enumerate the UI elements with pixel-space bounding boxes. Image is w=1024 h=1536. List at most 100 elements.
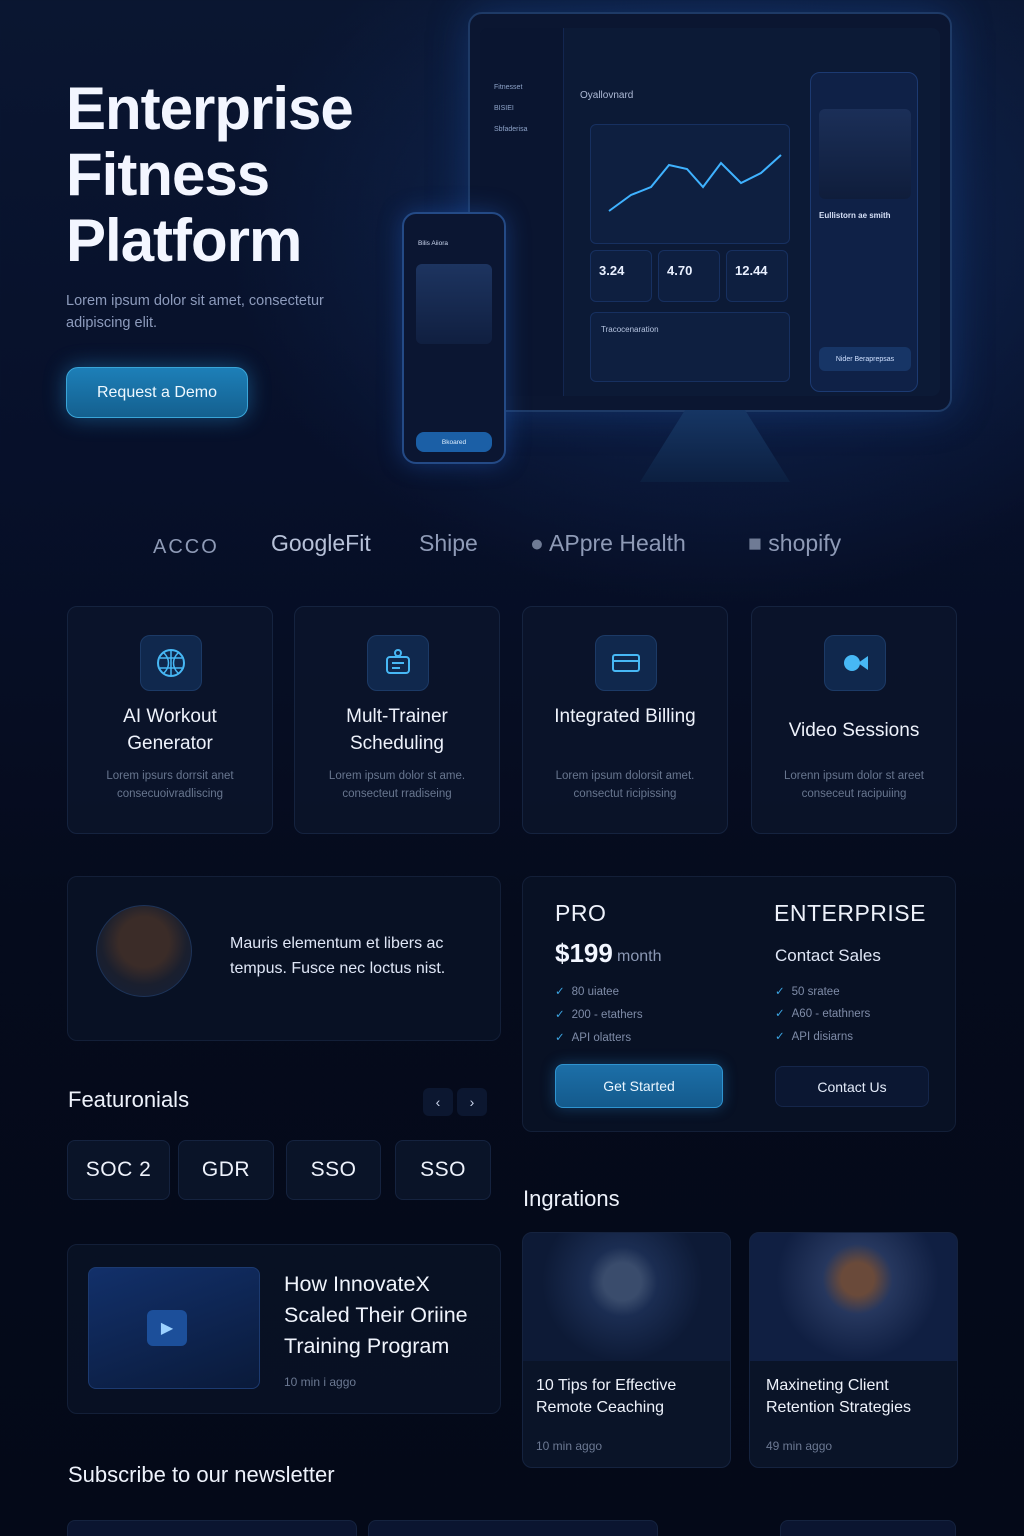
mockup-sessions-panel: Tracocenaration <box>590 312 790 382</box>
mockup-trainer-button: Nider Beraprepsas <box>819 347 911 371</box>
feature-card[interactable]: Integrated Billing Lorem ipsum dolorsit … <box>522 606 728 834</box>
mockup-stat-value: 4.70 <box>667 263 693 278</box>
play-icon[interactable]: ▶ <box>147 1310 187 1346</box>
check-icon: ✓ <box>555 986 565 998</box>
feature-desc: Lorem ipsum dolorsit amet. consectut ric… <box>555 770 695 800</box>
case-study-meta: 10 min i aggo <box>284 1375 357 1389</box>
plan-feature: ✓ 50 sratee <box>775 984 840 998</box>
testimonial-quote: Mauris elementum et libers ac tempus. Fu… <box>230 935 446 977</box>
mockup-stat-value: 12.44 <box>735 263 768 278</box>
phone-button: Bkoared <box>416 432 492 452</box>
article-title[interactable]: 10 Tips for Effective Remote Ceaching <box>536 1375 724 1419</box>
phone-trainer-photo <box>416 264 492 344</box>
card-icon <box>595 635 657 691</box>
mockup-sidebar-item: BISIEI <box>494 105 514 112</box>
trainer-caption: Eullistorn ae smith <box>819 211 891 220</box>
brain-icon <box>140 635 202 691</box>
mockup-trainer-panel: Eullistorn ae smith Nider Beraprepsas <box>810 72 918 392</box>
mockup-stat-card: 12.44 <box>726 250 788 302</box>
compliance-badge: GDR <box>178 1140 274 1200</box>
plan-feature-text: 200 - etathers <box>571 1009 643 1021</box>
plan-tagline: Contact Sales <box>775 946 881 965</box>
feature-title: AI Workout Generator <box>123 706 217 754</box>
feature-card[interactable]: Mult-Trainer Scheduling Lorem ipsum dolo… <box>294 606 500 834</box>
mockup-sessions-label: Tracocenaration <box>601 325 659 334</box>
plan-feature-text: 50 sratee <box>791 986 840 998</box>
mockup-line-chart <box>590 124 790 244</box>
partner-logo-shopify: ■ shopify <box>748 530 841 557</box>
plan-period: month <box>617 948 662 965</box>
feature-title: Mult-Trainer Scheduling <box>346 706 448 754</box>
hero-subtitle: Lorem ipsum dolor sit amet, consectetur … <box>66 293 324 331</box>
partner-logo-text: shopify <box>768 530 842 556</box>
plan-feature: ✓ API disiarns <box>775 1029 853 1043</box>
feature-title: Video Sessions <box>788 720 920 741</box>
mockup-sidebar-item: Fitnesset <box>494 84 523 91</box>
plan-feature: ✓ 80 uiatee <box>555 984 619 998</box>
section-title-ingrations: Ingrations <box>523 1186 620 1211</box>
newsletter-email-input[interactable] <box>368 1520 658 1536</box>
partner-logo-shipe: Shipe <box>419 530 478 556</box>
partner-logo-apple-health: ● APpre Health <box>530 530 686 557</box>
feature-card[interactable]: Video Sessions Lorenn ipsum dolor st are… <box>751 606 957 834</box>
feature-title: Integrated Billing <box>554 706 696 727</box>
compliance-badge: SSO <box>286 1140 381 1200</box>
hero-title-line: Enterprise <box>66 75 354 142</box>
avatar <box>96 905 192 997</box>
plan-feature-text: API olatters <box>571 1032 632 1044</box>
partner-logo-googlefit: GoogleFit <box>271 530 371 556</box>
monitor-stand <box>640 410 790 482</box>
video-icon <box>824 635 886 691</box>
plan-feature: ✓ 200 - etathers <box>555 1007 643 1021</box>
partner-logo-acco: ACCO <box>153 536 219 558</box>
mockup-stat-value: 3.24 <box>599 263 625 278</box>
mockup-chart-line <box>608 154 782 212</box>
hero-title-line: Platform <box>66 207 302 274</box>
hero-title-line: Fitness <box>66 141 270 208</box>
feature-card[interactable]: AI Workout Generator Lorem ipsurs dorrsi… <box>67 606 273 834</box>
check-icon: ✓ <box>775 1031 785 1043</box>
hero-title: Enterprise Fitness Platform <box>66 76 426 274</box>
article-title[interactable]: Maxineting Client Retention Strategies <box>766 1375 954 1419</box>
case-study-card[interactable]: ▶ How InnovateX Scaled Their Oriine Trai… <box>67 1244 501 1414</box>
trainer-photo <box>819 109 911 199</box>
plan-price: $199 <box>555 938 613 968</box>
compliance-badge: SSO <box>395 1140 491 1200</box>
get-started-button[interactable]: Get Started <box>555 1064 723 1108</box>
dashboard-monitor-mockup: Fitnesset BISIEI Sbfaderisa Oyallovnard … <box>468 12 952 412</box>
contact-us-button[interactable]: Contact Us <box>775 1066 929 1107</box>
monitor-screen: Fitnesset BISIEI Sbfaderisa Oyallovnard … <box>480 28 940 396</box>
mockup-stat-card: 4.70 <box>658 250 720 302</box>
compliance-badge: SOC 2 <box>67 1140 170 1200</box>
mockup-stat-card: 3.24 <box>590 250 652 302</box>
check-icon: ✓ <box>775 986 785 998</box>
newsletter-name-input[interactable] <box>67 1520 357 1536</box>
article-image <box>750 1233 957 1361</box>
article-card[interactable]: Maxineting Client Retention Strategies 4… <box>749 1232 958 1468</box>
case-study-title[interactable]: How InnovateX Scaled Their Oriine Traini… <box>284 1269 494 1362</box>
article-image <box>523 1233 730 1361</box>
article-meta: 10 min aggo <box>536 1439 603 1453</box>
chevron-left-icon[interactable]: ‹ <box>423 1088 453 1116</box>
request-demo-button[interactable]: Request a Demo <box>66 367 248 418</box>
mockup-dashboard-title: Oyallovnard <box>580 90 634 101</box>
section-title-featuronials: Featuronials <box>68 1087 190 1112</box>
shopify-bag-icon: ■ <box>748 530 762 556</box>
check-icon: ✓ <box>555 1009 565 1021</box>
subscribe-button[interactable] <box>780 1520 956 1536</box>
plan-name-pro: PRO <box>555 900 607 926</box>
plan-feature: ✓ A60 - etathners <box>775 1006 870 1020</box>
plan-name-enterprise: ENTERPRISE <box>774 900 926 926</box>
plan-feature-text: A60 - etathners <box>791 1008 871 1020</box>
feature-desc: Lorem ipsurs dorrsit anet consecuoivradl… <box>106 770 234 800</box>
feature-desc: Lorenn ipsum dolor st areet conseceut ra… <box>784 770 924 800</box>
check-icon: ✓ <box>775 1008 785 1020</box>
article-meta: 49 min aggo <box>766 1439 833 1453</box>
partner-logo-text: APpre Health <box>549 530 686 556</box>
article-card[interactable]: 10 Tips for Effective Remote Ceaching 10… <box>522 1232 731 1468</box>
feature-desc: Lorem ipsum dolor st ame. consecteut rra… <box>328 770 466 800</box>
schedule-icon <box>367 635 429 691</box>
apple-icon: ● <box>530 530 544 556</box>
chevron-right-icon[interactable]: › <box>457 1088 487 1116</box>
plan-feature-text: 80 uiatee <box>571 986 619 998</box>
